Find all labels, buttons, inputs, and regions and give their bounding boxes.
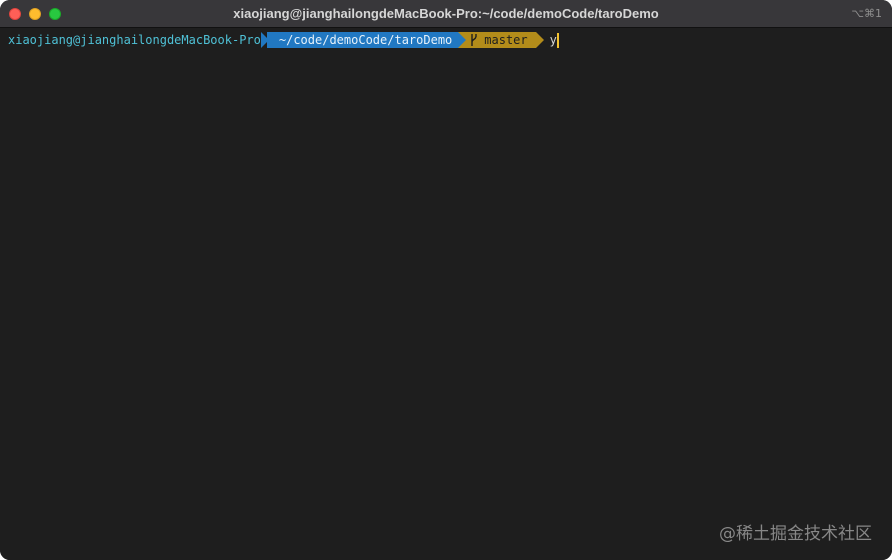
segment-separator-arrow bbox=[535, 32, 544, 48]
watermark: @稀土掘金技术社区 bbox=[719, 524, 872, 544]
segment-separator-arrow bbox=[458, 32, 467, 48]
shell-prompt: xiaojiang@jianghailongdeMacBook-Pro ~/co… bbox=[6, 32, 559, 48]
text-cursor bbox=[556, 32, 559, 48]
prompt-git-segment: master bbox=[458, 32, 544, 48]
segment-separator-arrow bbox=[260, 32, 269, 48]
command-input[interactable]: y bbox=[550, 32, 559, 48]
title-bar[interactable]: xiaojiang@jianghailongdeMacBook-Pro:~/co… bbox=[0, 0, 892, 28]
prompt-path: ~/code/demoCode/taroDemo bbox=[278, 33, 453, 47]
prompt-user-host: xiaojiang@jianghailongdeMacBook-Pro bbox=[8, 33, 261, 47]
command-text: y bbox=[549, 33, 557, 47]
terminal-area[interactable]: xiaojiang@jianghailongdeMacBook-Pro ~/co… bbox=[0, 28, 892, 560]
prompt-branch: master bbox=[484, 33, 528, 47]
window-title: xiaojiang@jianghailongdeMacBook-Pro:~/co… bbox=[233, 6, 659, 21]
terminal-window: xiaojiang@jianghailongdeMacBook-Pro:~/co… bbox=[0, 0, 892, 560]
prompt-path-segment: ~/code/demoCode/taroDemo bbox=[266, 32, 467, 48]
git-branch-icon bbox=[470, 34, 478, 46]
prompt-user-host-segment: xiaojiang@jianghailongdeMacBook-Pro bbox=[6, 32, 269, 48]
window-shortcut: ⌥⌘1 bbox=[851, 7, 882, 20]
